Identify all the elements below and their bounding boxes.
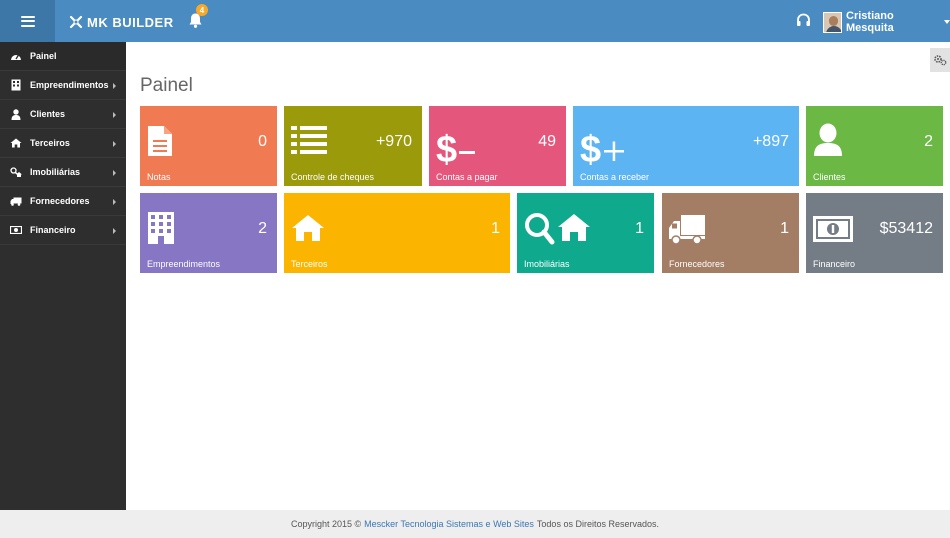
- search-home-icon: [10, 166, 22, 178]
- hamburger-icon: [20, 15, 35, 27]
- rights-text: Todos os Direitos Reservados.: [536, 519, 659, 529]
- notification-badge: 4: [196, 4, 208, 16]
- sidebar-item-label: Clientes: [30, 109, 66, 119]
- list-icon: [291, 126, 327, 154]
- tile-label: Terceiros: [291, 259, 328, 269]
- sidebar: Painel Empreendimentos Clientes Terceiro…: [0, 42, 126, 510]
- dollar-minus-icon: $: [436, 130, 475, 168]
- sidebar-item-label: Terceiros: [30, 138, 70, 148]
- search-home-icon: [525, 213, 590, 245]
- sidebar-item-label: Empreendimentos: [30, 80, 109, 90]
- tile-notas[interactable]: 0 Notas: [140, 106, 277, 186]
- chevron-right-icon: [113, 170, 116, 176]
- tile-empreendimentos[interactable]: 2 Empreendimentos: [140, 193, 277, 273]
- tile-label: Contas a receber: [580, 172, 650, 182]
- tile-count: +970: [375, 133, 412, 150]
- tile-count: $53412: [879, 220, 933, 237]
- chevron-right-icon: [113, 112, 116, 118]
- tile-label: Notas: [147, 172, 171, 182]
- home-icon: [292, 215, 324, 241]
- user-icon: [814, 123, 842, 156]
- tile-count: 1: [491, 220, 500, 237]
- user-icon: [10, 108, 22, 120]
- tile-count: 1: [635, 220, 644, 237]
- dollar-plus-icon: $: [580, 130, 624, 168]
- footer: Copyright 2015 © Mescker Tecnologia Sist…: [0, 510, 950, 538]
- gears-icon: [934, 55, 947, 66]
- tile-label: Empreendimentos: [147, 259, 221, 269]
- avatar: [823, 11, 843, 33]
- tile-fornecedores[interactable]: 1 Fornecedores: [662, 193, 799, 273]
- dashboard-icon: [10, 50, 22, 62]
- copyright-text: Copyright 2015 ©: [291, 519, 362, 529]
- page-title: Painel: [140, 75, 193, 96]
- settings-toggle-button[interactable]: [930, 48, 950, 72]
- sidebar-item-label: Imobiliárias: [30, 167, 81, 177]
- brand-logo[interactable]: MK BUILDER: [69, 13, 174, 31]
- chevron-right-icon: [113, 141, 116, 147]
- mk-logo-icon: [69, 15, 83, 29]
- sidebar-item-imobiliarias[interactable]: Imobiliárias: [0, 158, 126, 187]
- company-link[interactable]: Mescker Tecnologia Sistemas e Web Sites: [364, 519, 534, 529]
- tile-contas-a-receber[interactable]: $ +897 Contas a receber: [573, 106, 799, 186]
- tile-count: 1: [780, 220, 789, 237]
- tile-label: Contas a pagar: [436, 172, 498, 182]
- chevron-right-icon: [113, 83, 116, 89]
- tile-count: +897: [752, 133, 789, 150]
- document-icon: [148, 126, 172, 156]
- sidebar-item-financeiro[interactable]: Financeiro: [0, 216, 126, 245]
- tile-count: 2: [924, 133, 933, 150]
- tile-label: Financeiro: [813, 259, 856, 269]
- brand-name: MK BUILDER: [87, 14, 174, 30]
- user-name: Cristiano Mesquita: [846, 10, 894, 34]
- caret-down-icon: [944, 20, 950, 24]
- sidebar-item-painel[interactable]: Painel: [0, 42, 126, 71]
- chevron-right-icon: [113, 199, 116, 205]
- home-icon: [10, 137, 22, 149]
- sidebar-item-label: Financeiro: [30, 225, 76, 235]
- svg-text:$: $: [436, 130, 457, 168]
- tile-count: 2: [258, 220, 267, 237]
- sidebar-item-label: Fornecedores: [30, 196, 90, 206]
- money-icon: [813, 216, 853, 242]
- top-bar: MK BUILDER 4 Cristiano Mesquita: [0, 0, 950, 42]
- tile-count: 0: [258, 133, 267, 150]
- truck-icon: [669, 215, 705, 245]
- headset-icon[interactable]: [796, 13, 811, 28]
- user-menu[interactable]: Cristiano Mesquita: [823, 10, 950, 34]
- sidebar-item-clientes[interactable]: Clientes: [0, 100, 126, 129]
- tile-label: Clientes: [813, 172, 846, 182]
- sidebar-item-fornecedores[interactable]: Fornecedores: [0, 187, 126, 216]
- tile-imobiliarias[interactable]: 1 Imobiliárias: [517, 193, 654, 273]
- tile-clientes[interactable]: 2 Clientes: [806, 106, 943, 186]
- sidebar-item-label: Painel: [30, 51, 57, 61]
- tile-label: Controle de cheques: [291, 172, 375, 182]
- tile-label: Fornecedores: [669, 259, 725, 269]
- building-icon: [10, 79, 22, 91]
- tile-controle-de-cheques[interactable]: +970 Controle de cheques: [284, 106, 422, 186]
- tile-contas-a-pagar[interactable]: $ 49 Contas a pagar: [429, 106, 566, 186]
- tile-count: 49: [538, 133, 556, 150]
- tile-label: Imobiliárias: [524, 259, 570, 269]
- money-icon: [10, 224, 22, 236]
- menu-toggle-button[interactable]: [0, 0, 55, 42]
- tile-terceiros[interactable]: 1 Terceiros: [284, 193, 510, 273]
- truck-icon: [10, 195, 22, 207]
- sidebar-item-terceiros[interactable]: Terceiros: [0, 129, 126, 158]
- svg-text:$: $: [580, 130, 601, 168]
- building-icon: [148, 212, 174, 244]
- tile-financeiro[interactable]: $53412 Financeiro: [806, 193, 943, 273]
- chevron-right-icon: [113, 228, 116, 234]
- sidebar-item-empreendimentos[interactable]: Empreendimentos: [0, 71, 126, 100]
